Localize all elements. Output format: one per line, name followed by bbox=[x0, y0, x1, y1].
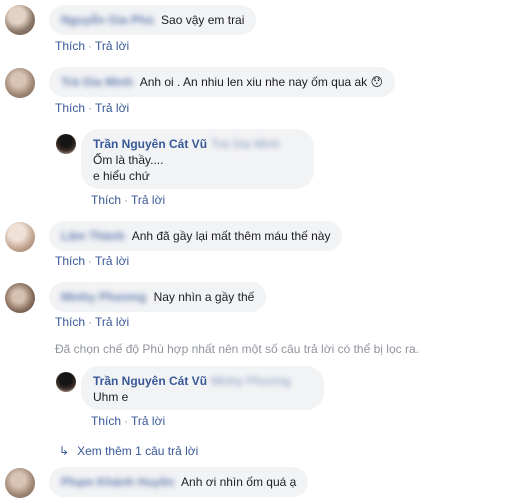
reply-link[interactable]: Trả lời bbox=[131, 193, 165, 207]
comment-actions: Thích · Trả lời bbox=[55, 39, 129, 53]
comment-text: Uhm e bbox=[93, 390, 129, 404]
filter-note: Đã chọn chế độ Phù hợp nhất nên một số c… bbox=[55, 342, 419, 356]
comment-text-line: Ốm là thầy.... bbox=[93, 153, 164, 167]
comment-text: Sao vậy em trai bbox=[161, 13, 245, 27]
comment-bubble: Nguyễn Gia Phú Sao vậy em trai bbox=[49, 5, 257, 35]
like-link[interactable]: Thích bbox=[91, 193, 121, 207]
comment-bubble: Trần Nguyên Cát Vũ Trà Gia Minh Ốm là thầ… bbox=[81, 129, 314, 189]
avatar[interactable] bbox=[5, 283, 35, 313]
comment-actions: Thích · Trả lời bbox=[91, 414, 165, 428]
separator: · bbox=[124, 193, 129, 207]
reply-link[interactable]: Trả lời bbox=[95, 315, 129, 329]
comment-author[interactable]: Trần Nguyên Cát Vũ bbox=[93, 136, 207, 152]
comment-bubble: Trà Gia Minh Anh oi . An nhiu len xiu nh… bbox=[49, 67, 396, 97]
separator: · bbox=[88, 315, 93, 329]
comment-text: Anh oi . An nhiu len xiu nhe nay ốm qua … bbox=[139, 75, 384, 89]
comment-text-line: e hiểu chứ bbox=[93, 169, 150, 183]
avatar[interactable] bbox=[5, 222, 35, 252]
comment-bubble: Minhy Phương Nay nhìn a gầy thế bbox=[49, 282, 267, 312]
comment-author[interactable]: Minhy Phương bbox=[61, 289, 146, 305]
avatar[interactable] bbox=[56, 372, 76, 392]
avatar[interactable] bbox=[5, 68, 35, 98]
separator: · bbox=[88, 39, 93, 53]
comment-bubble: Trần Nguyên Cát Vũ Minhy Phương Uhm e bbox=[81, 366, 324, 410]
comment-text: Anh đã gầy lại mất thêm máu thế này bbox=[131, 229, 331, 243]
comment-bubble: Phạm Khánh Huyền Anh ơi nhìn ốm quá ạ bbox=[49, 467, 309, 497]
avatar[interactable] bbox=[56, 134, 76, 154]
comment-bubble: Lâm Thành Anh đã gầy lại mất thêm máu th… bbox=[49, 221, 343, 251]
reply-link[interactable]: Trả lời bbox=[95, 254, 129, 268]
comment-author[interactable]: Lâm Thành bbox=[61, 228, 125, 244]
comment-text: Nay nhìn a gầy thế bbox=[153, 290, 255, 304]
comment-text: Anh ơi nhìn ốm quá ạ bbox=[181, 475, 297, 489]
reply-arrow-icon: ↳ bbox=[59, 444, 70, 458]
view-more-label: Xem thêm 1 câu trả lời bbox=[77, 444, 199, 458]
comment-actions: Thích · Trả lời bbox=[91, 193, 165, 207]
comment-actions: Thích · Trả lời bbox=[55, 315, 129, 329]
reply-link[interactable]: Trả lời bbox=[95, 39, 129, 53]
reply-link[interactable]: Trả lời bbox=[95, 101, 129, 115]
comment-author[interactable]: Nguyễn Gia Phú bbox=[61, 12, 154, 28]
reply-link[interactable]: Trả lời bbox=[131, 414, 165, 428]
view-more-replies[interactable]: ↳ Xem thêm 1 câu trả lời bbox=[59, 444, 198, 458]
like-link[interactable]: Thích bbox=[55, 315, 85, 329]
avatar[interactable] bbox=[5, 5, 35, 35]
comment-author[interactable]: Trà Gia Minh bbox=[61, 74, 133, 90]
mentioned-user[interactable]: Trà Gia Minh bbox=[211, 136, 280, 152]
comment-actions: Thích · Trả lời bbox=[55, 101, 129, 115]
like-link[interactable]: Thích bbox=[55, 101, 85, 115]
like-link[interactable]: Thích bbox=[55, 254, 85, 268]
separator: · bbox=[88, 254, 93, 268]
comment-author[interactable]: Trần Nguyên Cát Vũ bbox=[93, 373, 207, 389]
avatar[interactable] bbox=[5, 468, 35, 498]
like-link[interactable]: Thích bbox=[91, 414, 121, 428]
separator: · bbox=[88, 101, 93, 115]
separator: · bbox=[124, 414, 129, 428]
mentioned-user[interactable]: Minhy Phương bbox=[211, 373, 290, 389]
comment-author[interactable]: Phạm Khánh Huyền bbox=[61, 474, 174, 490]
comment-actions: Thích · Trả lời bbox=[55, 254, 129, 268]
like-link[interactable]: Thích bbox=[55, 39, 85, 53]
